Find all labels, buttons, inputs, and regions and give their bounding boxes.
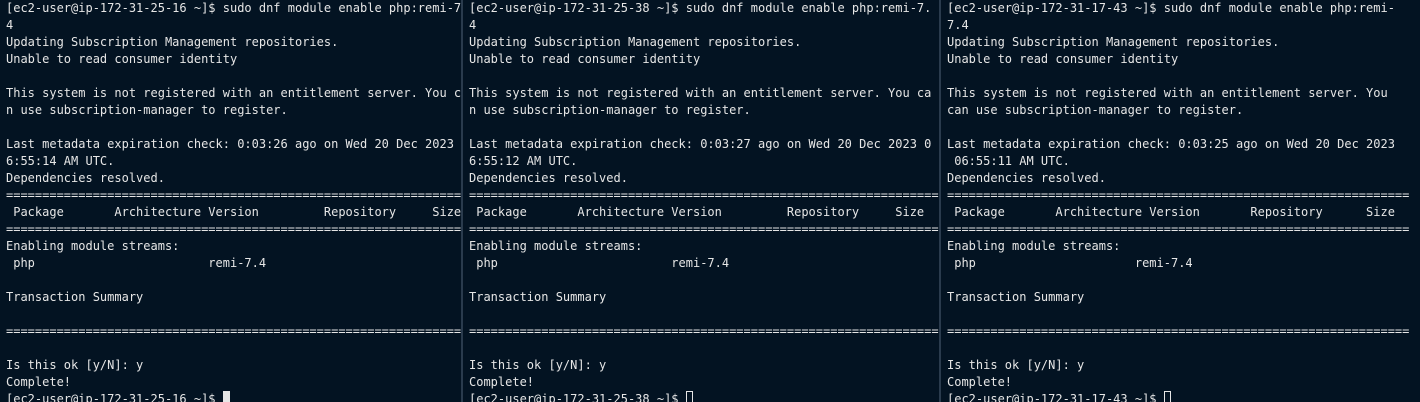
terminal-line: 7.4 [947, 18, 969, 32]
terminal-pane-2[interactable]: [ec2-user@ip-172-31-25-38 ~]$ sudo dnf m… [463, 0, 939, 402]
terminal-line: Updating Subscription Management reposit… [947, 35, 1280, 49]
terminal-line: 4 [469, 18, 477, 32]
terminal-line: Transaction Summary [6, 290, 144, 304]
terminal-output: [ec2-user@ip-172-31-17-43 ~]$ sudo dnf m… [947, 0, 1409, 402]
terminal-line: n use subscription-manager to register. [6, 103, 288, 117]
terminal-line: Is this ok [y/N]: y [469, 358, 607, 372]
terminal-line: Dependencies resolved. [6, 171, 165, 185]
terminal-line: Is this ok [y/N]: y [947, 358, 1085, 372]
terminal-line: 6:55:14 AM UTC. [6, 154, 115, 168]
terminal-line: Last metadata expiration check: 0:03:26 … [6, 137, 461, 151]
terminal-line: Transaction Summary [469, 290, 607, 304]
terminal-line: Enabling module streams: [469, 239, 643, 253]
terminal-line: Package Architecture Version Repository … [6, 205, 461, 219]
terminal-line: can use subscription-manager to register… [947, 103, 1244, 117]
terminal-output: [ec2-user@ip-172-31-25-38 ~]$ sudo dnf m… [469, 0, 939, 402]
terminal-line: Unable to read consumer identity [469, 52, 701, 66]
terminal-line: ========================================… [947, 188, 1410, 202]
text-cursor [685, 391, 693, 402]
terminal-line: Complete! [469, 375, 535, 389]
terminal-line: Enabling module streams: [6, 239, 180, 253]
terminal-line: ========================================… [469, 324, 939, 338]
terminal-line: ========================================… [6, 188, 461, 202]
text-cursor [1163, 391, 1171, 402]
terminal-line: n use subscription-manager to register. [469, 103, 751, 117]
terminal-line: php remi-7.4 [6, 256, 267, 270]
terminal-line: ========================================… [469, 188, 939, 202]
shell-prompt: [ec2-user@ip-172-31-25-16 ~]$ [6, 392, 223, 402]
terminal-line: ========================================… [6, 222, 461, 236]
shell-prompt: [ec2-user@ip-172-31-17-43 ~]$ [947, 392, 1164, 402]
terminal-line: [ec2-user@ip-172-31-25-16 ~]$ sudo dnf m… [6, 1, 461, 15]
terminal-pane-1[interactable]: [ec2-user@ip-172-31-25-16 ~]$ sudo dnf m… [0, 0, 461, 402]
terminal-line: Last metadata expiration check: 0:03:27 … [469, 137, 932, 151]
terminal-line: [ec2-user@ip-172-31-17-43 ~]$ sudo dnf m… [947, 1, 1395, 15]
text-cursor [222, 391, 230, 402]
prompt-line[interactable]: [ec2-user@ip-172-31-25-16 ~]$ [6, 391, 461, 402]
shell-prompt: [ec2-user@ip-172-31-25-38 ~]$ [469, 392, 686, 402]
terminal-line: 4 [6, 18, 14, 32]
terminal-line: 06:55:11 AM UTC. [947, 154, 1070, 168]
terminal-line: Complete! [6, 375, 72, 389]
terminal-line: ========================================… [469, 222, 939, 236]
terminal-output: [ec2-user@ip-172-31-25-16 ~]$ sudo dnf m… [6, 0, 461, 402]
terminal-line: Unable to read consumer identity [947, 52, 1179, 66]
terminal-line: Package Architecture Version Repository … [947, 205, 1395, 219]
terminal-line: Transaction Summary [947, 290, 1085, 304]
terminal-line: ========================================… [947, 222, 1410, 236]
terminal-line: php remi-7.4 [947, 256, 1193, 270]
terminal-line: Updating Subscription Management reposit… [6, 35, 339, 49]
terminal-line: php remi-7.4 [469, 256, 730, 270]
prompt-line[interactable]: [ec2-user@ip-172-31-25-38 ~]$ [469, 391, 939, 402]
terminal-line: Dependencies resolved. [947, 171, 1106, 185]
terminal-line: Dependencies resolved. [469, 171, 628, 185]
terminal-line: Package Architecture Version Repository … [469, 205, 925, 219]
prompt-line[interactable]: [ec2-user@ip-172-31-17-43 ~]$ [947, 391, 1409, 402]
terminal-line: ========================================… [6, 324, 461, 338]
terminal-line: Is this ok [y/N]: y [6, 358, 144, 372]
terminal-line: 6:55:12 AM UTC. [469, 154, 578, 168]
terminal-line: This system is not registered with an en… [6, 86, 461, 100]
terminal-line: Updating Subscription Management reposit… [469, 35, 802, 49]
terminal-line: This system is not registered with an en… [469, 86, 932, 100]
terminal-panes: [ec2-user@ip-172-31-25-16 ~]$ sudo dnf m… [0, 0, 1420, 402]
terminal-line: This system is not registered with an en… [947, 86, 1388, 100]
terminal-line: ========================================… [947, 324, 1410, 338]
terminal-line: Unable to read consumer identity [6, 52, 238, 66]
terminal-line: Complete! [947, 375, 1013, 389]
terminal-pane-3[interactable]: [ec2-user@ip-172-31-17-43 ~]$ sudo dnf m… [941, 0, 1420, 402]
terminal-line: [ec2-user@ip-172-31-25-38 ~]$ sudo dnf m… [469, 1, 932, 15]
terminal-line: Enabling module streams: [947, 239, 1121, 253]
terminal-line: Last metadata expiration check: 0:03:25 … [947, 137, 1395, 151]
